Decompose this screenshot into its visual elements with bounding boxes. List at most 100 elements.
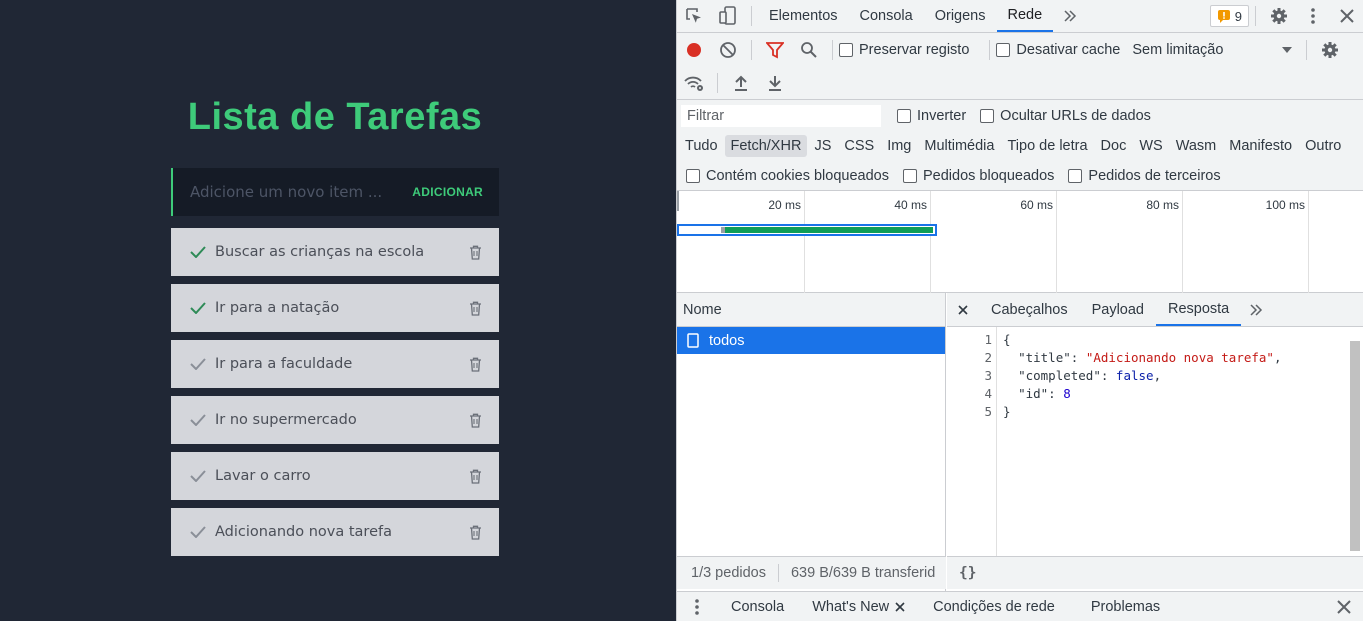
issues-badge[interactable]: 9: [1209, 5, 1249, 27]
type-filter-ws[interactable]: WS: [1133, 135, 1168, 157]
task-item[interactable]: Ir para a natação: [171, 284, 499, 332]
type-filter-css[interactable]: CSS: [838, 135, 880, 157]
name-column-header[interactable]: Nome: [677, 293, 945, 327]
filter-input[interactable]: [681, 104, 881, 127]
network-timeline-overview[interactable]: 20 ms 40 ms 60 ms 80 ms 100 ms: [677, 191, 1363, 293]
task-item[interactable]: Buscar as crianças na escola: [171, 228, 499, 276]
tab-cabecalhos[interactable]: Cabeçalhos: [979, 293, 1080, 326]
clear-icon[interactable]: [711, 34, 745, 66]
checkmark-icon[interactable]: [188, 522, 208, 542]
devtools-main-toolbar: Elementos Consola Origens Rede 9: [677, 0, 1363, 33]
type-filter-tipo-de-letra[interactable]: Tipo de letra: [1001, 135, 1093, 157]
type-filter-fetch-xhr[interactable]: Fetch/XHR: [724, 135, 808, 157]
tab-rede[interactable]: Rede: [996, 0, 1054, 32]
request-row[interactable]: todos: [677, 327, 945, 354]
trash-icon[interactable]: [467, 523, 483, 541]
more-tabs-icon[interactable]: [1053, 0, 1087, 32]
close-detail-icon[interactable]: [947, 294, 979, 326]
tab-consola[interactable]: Consola: [849, 0, 924, 32]
checkbox-box[interactable]: [996, 43, 1011, 57]
code-line: "completed": false,: [1018, 368, 1162, 383]
timeline-selection[interactable]: [677, 224, 937, 236]
line-number: 3: [984, 368, 992, 383]
checkbox-box[interactable]: [902, 168, 917, 183]
checkmark-done-icon[interactable]: [188, 298, 208, 318]
task-item[interactable]: Ir para a faculdade: [171, 340, 499, 388]
checkmark-icon[interactable]: [188, 410, 208, 430]
tab-origens[interactable]: Origens: [924, 0, 997, 32]
invert-checkbox[interactable]: Inverter: [897, 108, 966, 124]
settings-gear-icon[interactable]: [1262, 0, 1296, 32]
pretty-print-button[interactable]: {}: [959, 565, 976, 581]
checkmark-icon[interactable]: [188, 354, 208, 374]
preserve-log-checkbox[interactable]: Preservar registo: [839, 42, 969, 58]
blocked-requests-checkbox[interactable]: Pedidos bloqueados: [902, 167, 1055, 184]
search-icon[interactable]: [792, 34, 826, 66]
inspect-element-icon[interactable]: [677, 0, 711, 32]
drawer-tab-whats-new[interactable]: What's New: [798, 592, 919, 621]
task-item[interactable]: Lavar o carro: [171, 452, 499, 500]
type-filter-manifesto[interactable]: Manifesto: [1223, 135, 1298, 157]
drawer-tab-label: Consola: [731, 598, 785, 615]
line-number-gutter: 1 2 3 4 5: [947, 327, 997, 556]
drawer-tab-network-conditions[interactable]: Condições de rede: [919, 592, 1069, 621]
disable-cache-checkbox[interactable]: Desativar cache: [996, 42, 1120, 58]
tab-elementos[interactable]: Elementos: [758, 0, 849, 32]
network-conditions-icon[interactable]: [677, 67, 711, 99]
record-icon[interactable]: [677, 34, 711, 66]
timeline-download-bar: [725, 227, 933, 233]
toolbar-divider: [832, 40, 833, 60]
network-settings-gear-icon[interactable]: [1313, 34, 1347, 66]
blocked-requests-label: Pedidos bloqueados: [922, 167, 1055, 184]
close-drawer-icon[interactable]: [1324, 591, 1363, 621]
type-filter-tudo[interactable]: Tudo: [679, 135, 724, 157]
trash-icon[interactable]: [467, 355, 483, 373]
type-filter-outro[interactable]: Outro: [1299, 135, 1347, 157]
third-party-checkbox[interactable]: Pedidos de terceiros: [1068, 168, 1221, 184]
new-item-input[interactable]: [190, 183, 413, 201]
line-number: 2: [984, 350, 992, 365]
more-options-icon[interactable]: [1296, 0, 1330, 32]
checkbox-box[interactable]: [897, 108, 911, 123]
trash-icon[interactable]: [467, 411, 483, 429]
drawer-tab-label: Problemas: [1090, 598, 1161, 615]
close-devtools-icon[interactable]: [1330, 0, 1363, 32]
drawer-menu-icon[interactable]: [677, 591, 717, 621]
trash-icon[interactable]: [467, 467, 483, 485]
add-button[interactable]: ADICIONAR: [412, 185, 483, 199]
type-filter-wasm[interactable]: Wasm: [1170, 135, 1223, 157]
type-filter-js[interactable]: JS: [808, 135, 837, 157]
checkbox-box[interactable]: [980, 108, 995, 123]
type-filter-img[interactable]: Img: [881, 135, 917, 157]
type-filter-multim-dia[interactable]: Multimédia: [918, 135, 1000, 157]
filter-icon[interactable]: [758, 34, 792, 66]
task-item[interactable]: Ir no supermercado: [171, 396, 499, 444]
checkmark-done-icon[interactable]: [188, 242, 208, 262]
response-viewer[interactable]: 1 2 3 4 5 { "title": "Adicionando nova t…: [947, 327, 1363, 556]
trash-icon[interactable]: [467, 243, 483, 261]
drawer-tab-problemas[interactable]: Problemas: [1077, 592, 1174, 621]
trash-icon[interactable]: [467, 299, 483, 317]
more-detail-tabs-icon[interactable]: [1241, 294, 1271, 326]
hide-data-urls-checkbox[interactable]: Ocultar URLs de dados: [980, 108, 1151, 124]
blocked-cookies-checkbox[interactable]: Contém cookies bloqueados: [686, 168, 889, 184]
task-item[interactable]: Adicionando nova tarefa: [171, 508, 499, 556]
type-filter-doc[interactable]: Doc: [1095, 135, 1133, 157]
device-toolbar-icon[interactable]: [711, 0, 745, 32]
close-tab-icon[interactable]: [895, 601, 905, 612]
import-har-icon[interactable]: [724, 67, 758, 99]
task-label: Ir no supermercado: [215, 412, 357, 428]
network-toolbar: Preservar registo Desativar cache Sem li…: [677, 33, 1363, 67]
checkbox-box[interactable]: [686, 168, 700, 183]
vertical-scrollbar[interactable]: [1350, 341, 1360, 551]
checkbox-box[interactable]: [1068, 168, 1083, 183]
checkbox-box[interactable]: [839, 43, 853, 57]
export-har-icon[interactable]: [758, 67, 792, 99]
resource-type-filter: Tudo Fetch/XHR JS CSS Img Multimédia Tipo de l…: [677, 131, 1363, 161]
tab-payload[interactable]: Payload: [1080, 293, 1156, 326]
tab-resposta[interactable]: Resposta: [1155, 293, 1242, 326]
checkmark-icon[interactable]: [188, 466, 208, 486]
throttling-select[interactable]: Sem limitação: [1132, 42, 1293, 58]
task-label: Lavar o carro: [215, 468, 311, 484]
drawer-tab-consola[interactable]: Consola: [717, 592, 798, 621]
